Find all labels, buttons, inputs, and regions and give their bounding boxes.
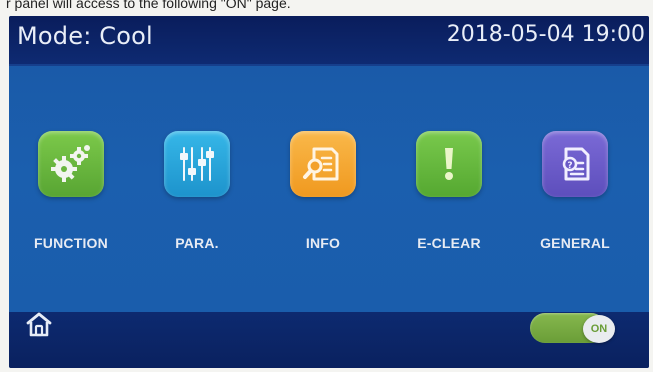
power-toggle[interactable]: ON <box>583 315 615 343</box>
function-label: FUNCTION <box>34 235 108 251</box>
mode-indicator: Mode: Cool <box>17 22 153 50</box>
caption-text: r panel will access to the following "ON… <box>6 0 291 11</box>
info-button[interactable] <box>290 131 356 197</box>
date-time: 2018-05-04 19:00 <box>446 22 645 47</box>
svg-text:?: ? <box>567 161 572 171</box>
top-status-bar: Mode: Cool 2018-05-04 19:00 <box>9 16 649 66</box>
e-clear-label: E-CLEAR <box>417 235 481 251</box>
exclamation-icon <box>445 148 453 180</box>
para-label: PARA. <box>175 235 219 251</box>
sliders-icon <box>180 147 214 181</box>
document-help-icon: ? <box>562 147 590 181</box>
home-icon[interactable] <box>25 310 53 338</box>
document-search-icon <box>303 147 339 181</box>
e-clear-button[interactable] <box>416 131 482 197</box>
toggle-state-label: ON <box>590 323 608 335</box>
general-label: GENERAL <box>540 235 610 251</box>
info-label: INFO <box>305 235 341 251</box>
function-button[interactable] <box>38 131 104 197</box>
gears-icon <box>51 145 90 182</box>
para-button[interactable] <box>164 131 230 197</box>
general-button[interactable]: ? <box>542 131 608 197</box>
